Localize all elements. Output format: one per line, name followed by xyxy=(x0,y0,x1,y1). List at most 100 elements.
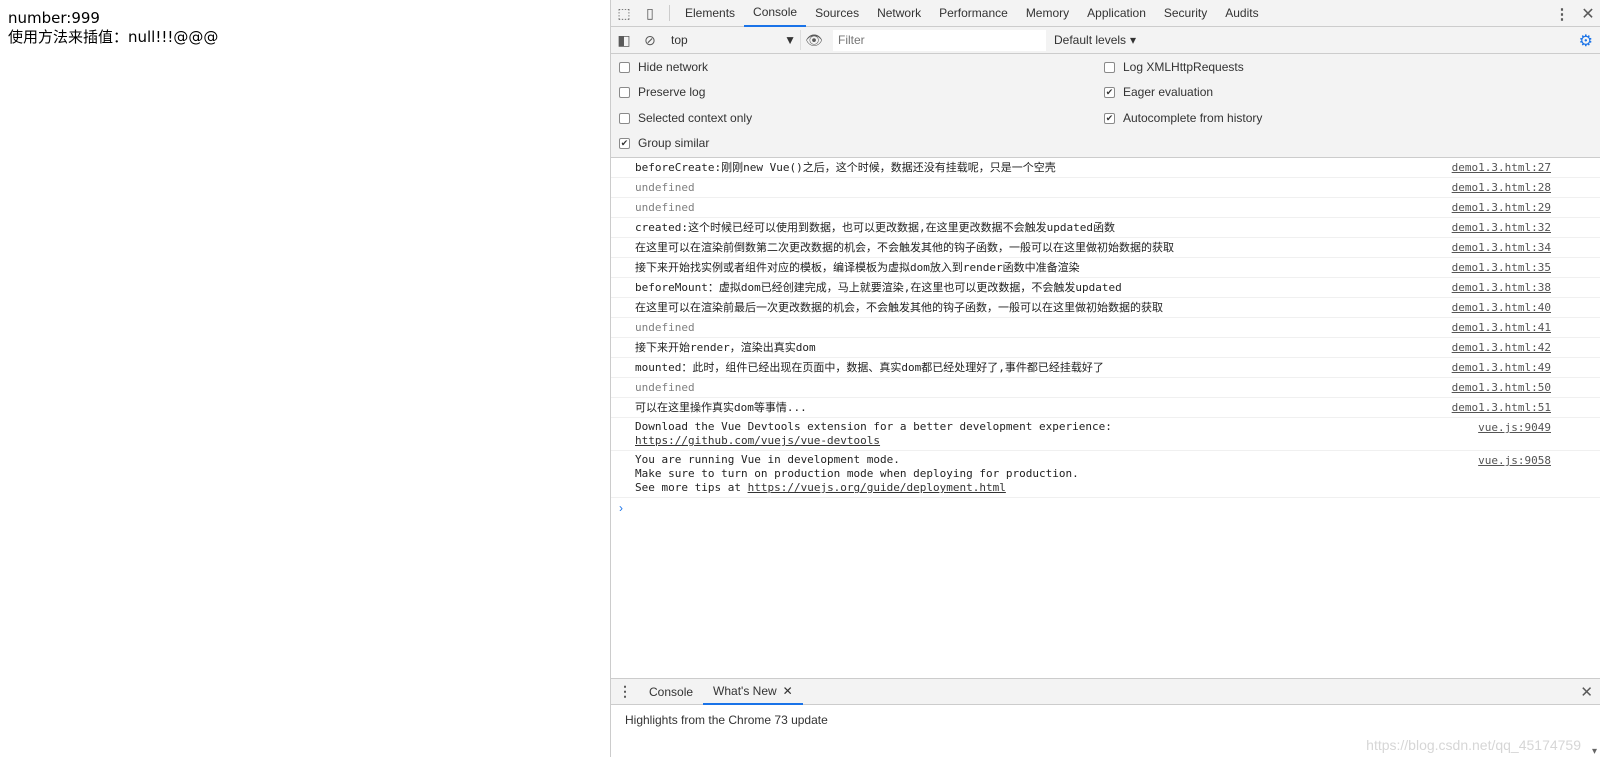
message-source-link[interactable]: demo1.3.html:29 xyxy=(1452,201,1551,215)
clear-console-icon[interactable]: ⊘ xyxy=(637,27,663,54)
console-settings-pane: Hide network Preserve log Selected conte… xyxy=(611,54,1600,158)
console-toolbar: ◧ ⊘ top ▼ 👁 Default levels ▾ ⚙ xyxy=(611,27,1600,54)
message-source-link[interactable]: vue.js:9058 xyxy=(1478,454,1551,468)
tab-sources[interactable]: Sources xyxy=(806,0,868,27)
log-levels-label: Default levels xyxy=(1054,33,1127,47)
drawer-tab-whats-new-label: What's New xyxy=(713,683,777,698)
hide-network-checkbox[interactable] xyxy=(619,61,630,73)
console-messages: beforeCreate:刚刚new Vue()之后，这个时候，数据还没有挂载呢… xyxy=(611,158,1600,678)
drawer-tab-console[interactable]: Console xyxy=(639,679,703,705)
device-toolbar-icon[interactable]: ▯ xyxy=(637,0,663,27)
message-source-link[interactable]: demo1.3.html:42 xyxy=(1452,341,1551,355)
tab-elements[interactable]: Elements xyxy=(676,0,744,27)
message-source-link[interactable]: demo1.3.html:51 xyxy=(1452,401,1551,415)
tab-security[interactable]: Security xyxy=(1155,0,1216,27)
tab-console[interactable]: Console xyxy=(744,0,807,27)
message-text: See more tips at xyxy=(635,481,748,494)
close-drawer-icon[interactable]: ✕ xyxy=(1580,683,1593,701)
more-options-icon[interactable]: ⋮ xyxy=(1549,5,1575,23)
console-message: undefined demo1.3.html:41 xyxy=(611,318,1600,338)
autocomplete-history-checkbox[interactable]: ✔ xyxy=(1104,112,1115,124)
preserve-log-checkbox[interactable] xyxy=(619,86,630,98)
setting-log-xhr[interactable]: Log XMLHttpRequests xyxy=(1104,60,1244,74)
tabbar-divider xyxy=(669,5,670,21)
message-source-link[interactable]: demo1.3.html:41 xyxy=(1452,321,1551,335)
devtools-tabbar: ⬚ ▯ Elements Console Sources Network Per… xyxy=(611,0,1600,27)
watermark: https://blog.csdn.net/qq_45174759 xyxy=(1366,737,1581,753)
number-text: number:999 xyxy=(8,9,100,27)
drawer-tab-whats-new[interactable]: What's New ✕ xyxy=(703,679,803,705)
message-source-link[interactable]: demo1.3.html:49 xyxy=(1452,361,1551,375)
drawer-tab-console-label: Console xyxy=(649,684,694,699)
console-message: mounted：此时，组件已经出现在页面中，数据、真实dom都已经处理好了,事件… xyxy=(611,358,1600,378)
vue-devmode-message: You are running Vue in development mode.… xyxy=(611,451,1600,498)
selected-context-checkbox[interactable] xyxy=(619,112,630,124)
tab-memory[interactable]: Memory xyxy=(1017,0,1078,27)
tab-application[interactable]: Application xyxy=(1078,0,1155,27)
interpolation-text: 使用方法来插值：null!!!@@@ xyxy=(8,28,219,46)
close-tab-icon[interactable]: ✕ xyxy=(783,684,793,698)
message-source-link[interactable]: demo1.3.html:34 xyxy=(1452,241,1551,255)
message-source-link[interactable]: demo1.3.html:28 xyxy=(1452,181,1551,195)
whats-new-heading: Highlights from the Chrome 73 update xyxy=(625,713,828,727)
message-text: Download the Vue Devtools extension for … xyxy=(635,420,1112,433)
selected-context-label: Selected context only xyxy=(638,111,753,125)
context-label: top xyxy=(671,33,688,47)
log-xhr-checkbox[interactable] xyxy=(1104,61,1115,73)
vue-deployment-link[interactable]: https://vuejs.org/guide/deployment.html xyxy=(748,481,1006,494)
console-message: undefined demo1.3.html:28 xyxy=(611,178,1600,198)
chevron-down-icon: ▼ xyxy=(784,33,796,47)
message-source-link[interactable]: demo1.3.html:27 xyxy=(1452,161,1551,175)
log-xhr-label: Log XMLHttpRequests xyxy=(1123,60,1244,74)
message-source-link[interactable]: demo1.3.html:32 xyxy=(1452,221,1551,235)
console-message: beforeCreate:刚刚new Vue()之后，这个时候，数据还没有挂载呢… xyxy=(611,158,1600,178)
inspect-element-icon[interactable]: ⬚ xyxy=(611,0,637,27)
whats-new-pane: Highlights from the Chrome 73 update htt… xyxy=(611,705,1600,757)
filter-input[interactable] xyxy=(833,29,1046,51)
message-source-link[interactable]: demo1.3.html:40 xyxy=(1452,301,1551,315)
drawer-tabbar: ⋮ Console What's New ✕ ✕ xyxy=(611,678,1600,705)
live-expression-eye-icon[interactable]: 👁 xyxy=(801,27,827,54)
setting-autocomplete-history[interactable]: ✔ Autocomplete from history xyxy=(1104,111,1262,125)
page-content: number:999 使用方法来插值：null!!!@@@ xyxy=(0,0,610,757)
vue-devtools-link[interactable]: https://github.com/vuejs/vue-devtools xyxy=(635,434,880,447)
console-message: created:这个时候已经可以使用到数据，也可以更改数据,在这里更改数据不会触… xyxy=(611,218,1600,238)
settings-gear-icon[interactable]: ⚙ xyxy=(1579,31,1593,51)
message-text: Make sure to turn on production mode whe… xyxy=(635,467,1079,480)
autocomplete-history-label: Autocomplete from history xyxy=(1123,111,1263,125)
setting-group-similar[interactable]: ✔ Group similar xyxy=(619,136,709,150)
console-message: undefined demo1.3.html:29 xyxy=(611,198,1600,218)
setting-eager-evaluation[interactable]: ✔ Eager evaluation xyxy=(1104,85,1213,99)
context-selector[interactable]: top ▼ xyxy=(667,30,801,50)
tab-network[interactable]: Network xyxy=(868,0,930,27)
caret-down-icon: ▾ xyxy=(1130,33,1137,47)
message-source-link[interactable]: vue.js:9049 xyxy=(1478,421,1551,435)
setting-selected-context[interactable]: Selected context only xyxy=(619,111,752,125)
message-source-link[interactable]: demo1.3.html:50 xyxy=(1452,381,1551,395)
close-devtools-icon[interactable]: ✕ xyxy=(1575,4,1600,24)
eager-evaluation-label: Eager evaluation xyxy=(1123,85,1214,99)
devtools-panel: ⬚ ▯ Elements Console Sources Network Per… xyxy=(610,0,1600,757)
console-prompt[interactable]: › xyxy=(611,498,1600,518)
tabbar-controls: ⋮ ✕ xyxy=(1549,0,1600,27)
sidebar-toggle-icon[interactable]: ◧ xyxy=(611,27,637,54)
message-text: You are running Vue in development mode. xyxy=(635,453,900,466)
console-message: beforeMount：虚拟dom已经创建完成，马上就要渲染,在这里也可以更改数… xyxy=(611,278,1600,298)
tab-audits[interactable]: Audits xyxy=(1216,0,1267,27)
setting-hide-network[interactable]: Hide network xyxy=(619,60,708,74)
group-similar-checkbox[interactable]: ✔ xyxy=(619,137,630,149)
message-source-link[interactable]: demo1.3.html:38 xyxy=(1452,281,1551,295)
tab-performance[interactable]: Performance xyxy=(930,0,1017,27)
vue-devtools-message: Download the Vue Devtools extension for … xyxy=(611,418,1600,451)
console-message: 在这里可以在渲染前最后一次更改数据的机会，不会触发其他的钩子函数，一般可以在这里… xyxy=(611,298,1600,318)
preserve-log-label: Preserve log xyxy=(638,85,706,99)
log-levels-dropdown[interactable]: Default levels ▾ xyxy=(1054,33,1136,47)
console-message: 接下来开始找实例或者组件对应的模板，编译模板为虚拟dom放入到render函数中… xyxy=(611,258,1600,278)
setting-preserve-log[interactable]: Preserve log xyxy=(619,85,705,99)
scroll-down-icon[interactable]: ▾ xyxy=(1592,746,1597,757)
group-similar-label: Group similar xyxy=(638,136,710,150)
console-message: 在这里可以在渲染前倒数第二次更改数据的机会，不会触发其他的钩子函数，一般可以在这… xyxy=(611,238,1600,258)
message-source-link[interactable]: demo1.3.html:35 xyxy=(1452,261,1551,275)
drawer-menu-icon[interactable]: ⋮ xyxy=(611,683,639,700)
eager-evaluation-checkbox[interactable]: ✔ xyxy=(1104,86,1115,98)
